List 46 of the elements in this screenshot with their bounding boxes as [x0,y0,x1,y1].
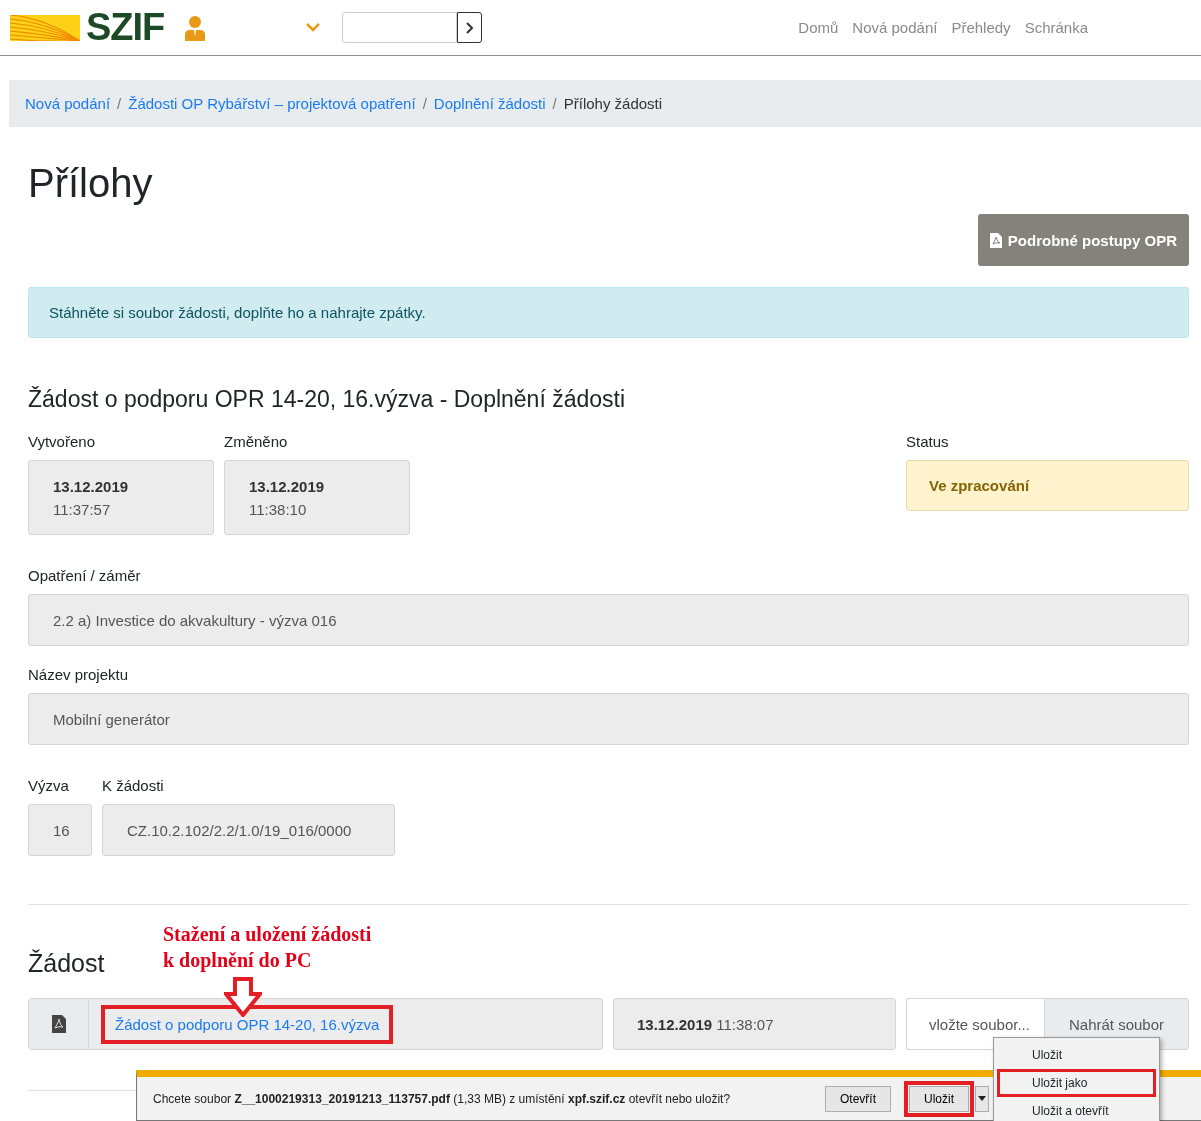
annotation-text: Stažení a uložení žádosti k doplnění do PC [163,922,372,973]
page-title: Přílohy [28,161,154,206]
date-field: 13.12.2019 11:38:10 [224,460,410,535]
breadcrumb-link[interactable]: Doplnění žádosti [433,95,546,112]
breadcrumb-separator: / [117,95,122,112]
nav-link[interactable]: Přehledy [951,19,1011,36]
section-heading: Žádost o podporu OPR 14-20, 16.výzva - Doplnění žádosti [28,386,627,413]
pdf-file-icon [51,1015,66,1033]
breadcrumb-link[interactable]: Nová podání [25,95,111,112]
field-label: Změněno [224,433,289,450]
down-arrow-icon [224,977,262,1017]
dialog-button[interactable]: Otevřít [824,1085,891,1112]
logo-text[interactable]: SZIF [86,6,165,49]
nav-link[interactable]: Domů [798,19,839,36]
caret-icon [978,1096,986,1101]
field-label: Opatření / záměr [28,567,142,584]
field-label: Vytvořeno [28,433,96,450]
breadcrumb-link[interactable]: Žádosti OP Rybářství – projektová opatření [128,95,416,112]
logo-stripes-icon [10,14,80,41]
info-alert: Stáhněte si soubor žádosti, doplňte ho a nahrajte zpátky. [28,287,1189,338]
field-label: Status [906,433,950,450]
chevron-right-icon [465,21,474,34]
file-input-field[interactable]: vložte soubor... [906,998,1044,1050]
nav-link[interactable]: Schránka [1024,19,1088,36]
section-heading: Žádost [28,948,105,978]
breadcrumb-current[interactable]: Přílohy žádosti [563,95,663,112]
dropdown-button[interactable] [975,1085,989,1112]
date-field: 13.12.2019 11:37:57 [28,460,214,535]
search-submit-button[interactable] [457,12,483,43]
breadcrumb-separator: / [552,95,557,112]
breadcrumb-separator: / [422,95,427,112]
download-message: Chcete soubor Z__1000219313_20191213_113757.pdf (1,33 MB) z umístění xpf.szif.cz otevřít nebo uložit? [153,1091,731,1106]
field-label: Název projektu [28,666,130,683]
guide-button[interactable]: Podrobné postupy OPR [977,214,1189,266]
file-link[interactable]: Žádost o podporu OPR 14-20, 16.výzva [101,1004,394,1044]
menu-item[interactable]: Uložit jako [997,1069,1156,1097]
pdf-file-icon [989,232,1002,248]
nav-link[interactable]: Nová podání [852,19,938,36]
menu-item[interactable]: Uložit a otevřít [997,1097,1156,1121]
user-icon[interactable] [184,14,207,41]
search-field[interactable] [342,12,458,43]
status-field: Ve zpracování [906,460,1189,511]
field-label: Výzva [28,777,70,794]
field-label: K žádosti [102,777,165,794]
chevron-down-icon[interactable] [306,23,321,32]
date-field: 13.12.2019 11:38:07 [613,998,896,1050]
